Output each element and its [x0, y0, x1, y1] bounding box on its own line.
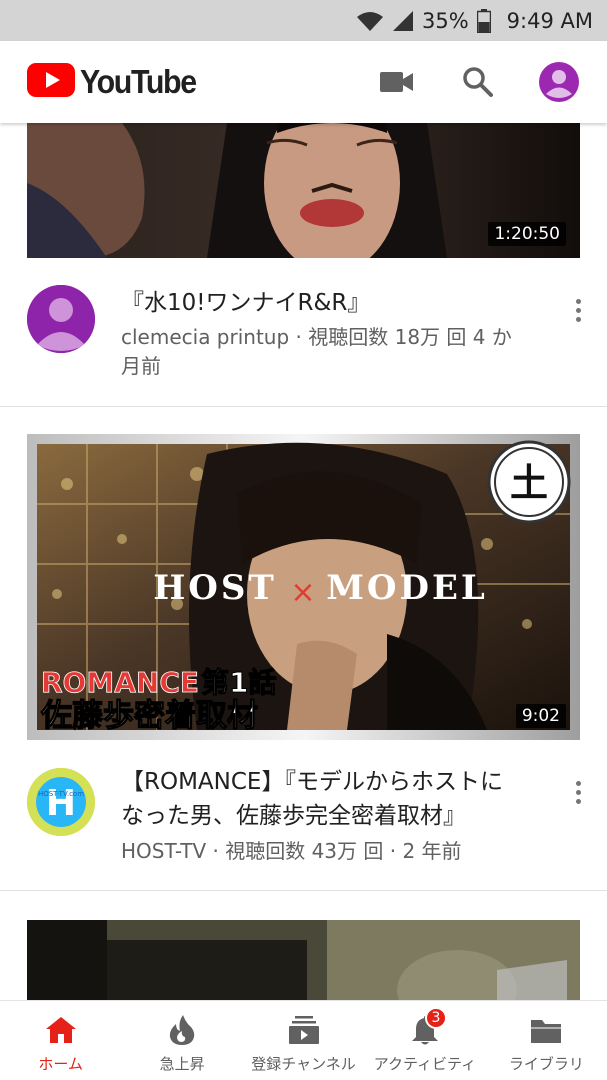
- avatar-caption: HOST-TV.com: [38, 790, 84, 798]
- nav-label: 登録チャンネル: [251, 1055, 356, 1073]
- account-icon: [27, 285, 95, 353]
- thumbnail-text-episode: 第1話: [201, 666, 276, 699]
- logo-text: YouTube: [80, 63, 197, 100]
- bottom-navigation: ホーム 急上昇 登録チャンネル 3 アクティビティ ライブラリ: [0, 1000, 607, 1080]
- more-options-icon[interactable]: [567, 775, 589, 809]
- video-thumbnail[interactable]: 土 HOST × MODEL ROMANCE 第1話 佐藤歩密着取材 9:02: [27, 434, 580, 740]
- more-options-icon[interactable]: [567, 293, 589, 327]
- video-meta: clemecia printup · 視聴回数 18万 回 4 か月前: [121, 325, 512, 378]
- divider: [0, 406, 607, 407]
- nav-label: 急上昇: [159, 1055, 205, 1073]
- trending-icon: [169, 1013, 195, 1047]
- status-bar: 35% 9:49 AM: [0, 0, 607, 41]
- thumbnail-text-host: HOST: [153, 568, 277, 608]
- video-duration: 1:20:50: [488, 222, 566, 246]
- nav-label: ライブラリ: [508, 1055, 584, 1073]
- signal-icon: [392, 10, 414, 32]
- battery-percent: 35%: [421, 9, 469, 33]
- channel-avatar[interactable]: [27, 285, 95, 353]
- clock: 9:49 AM: [506, 9, 593, 33]
- nav-subscriptions[interactable]: 登録チャンネル: [243, 1001, 364, 1080]
- thumbnail-badge: 土: [510, 461, 548, 505]
- thumbnail-text-subtitle: 佐藤歩密着取材: [40, 698, 258, 734]
- video-duration: 9:02: [515, 704, 566, 728]
- library-icon: [530, 1013, 562, 1047]
- camera-icon[interactable]: [376, 61, 418, 103]
- nav-library[interactable]: ライブラリ: [486, 1001, 607, 1080]
- channel-avatar[interactable]: H HOST-TV.com: [27, 768, 95, 836]
- home-icon: [45, 1013, 77, 1047]
- thumbnail-text-model: MODEL: [326, 568, 488, 608]
- video-thumbnail[interactable]: 1:20:50: [27, 123, 580, 258]
- thumbnail-image: 土 HOST × MODEL ROMANCE 第1話 佐藤歩密着取材: [27, 434, 580, 740]
- nav-trending[interactable]: 急上昇: [121, 1001, 242, 1080]
- thumbnail-text-romance: ROMANCE: [41, 666, 199, 699]
- video-feed[interactable]: 1:20:50 『水10!ワンナイR&R』 clemecia printup ·…: [0, 123, 607, 1000]
- video-thumbnail[interactable]: [27, 920, 580, 1000]
- subscriptions-icon: [288, 1013, 319, 1047]
- nav-label: アクティビティ: [373, 1055, 477, 1073]
- nav-label: ホーム: [38, 1055, 83, 1073]
- youtube-play-icon: [27, 63, 75, 101]
- notification-badge: 3: [424, 1007, 447, 1029]
- wifi-icon: [356, 10, 384, 32]
- video-title[interactable]: 『水10!ワンナイR&R』: [121, 286, 521, 320]
- app-header: YouTube: [0, 41, 607, 123]
- nav-home[interactable]: ホーム: [0, 1001, 121, 1080]
- thumbnail-text-cross: ×: [290, 575, 315, 610]
- thumbnail-image: [27, 920, 580, 1000]
- youtube-logo[interactable]: YouTube: [27, 63, 206, 101]
- divider: [0, 890, 607, 891]
- host-tv-logo-icon: H HOST-TV.com: [27, 768, 95, 836]
- account-icon[interactable]: [538, 61, 580, 103]
- nav-activity[interactable]: 3 アクティビティ: [364, 1001, 485, 1080]
- battery-icon: [476, 9, 491, 33]
- video-title[interactable]: 【ROMANCE】『モデルからホストになった男、佐藤歩完全密着取材』: [121, 765, 521, 833]
- video-meta: HOST-TV · 視聴回数 43万 回 · 2 年前: [121, 839, 462, 863]
- status-indicators: 35% 9:49 AM: [356, 7, 593, 35]
- search-icon[interactable]: [457, 61, 499, 103]
- bell-icon: 3: [411, 1007, 447, 1047]
